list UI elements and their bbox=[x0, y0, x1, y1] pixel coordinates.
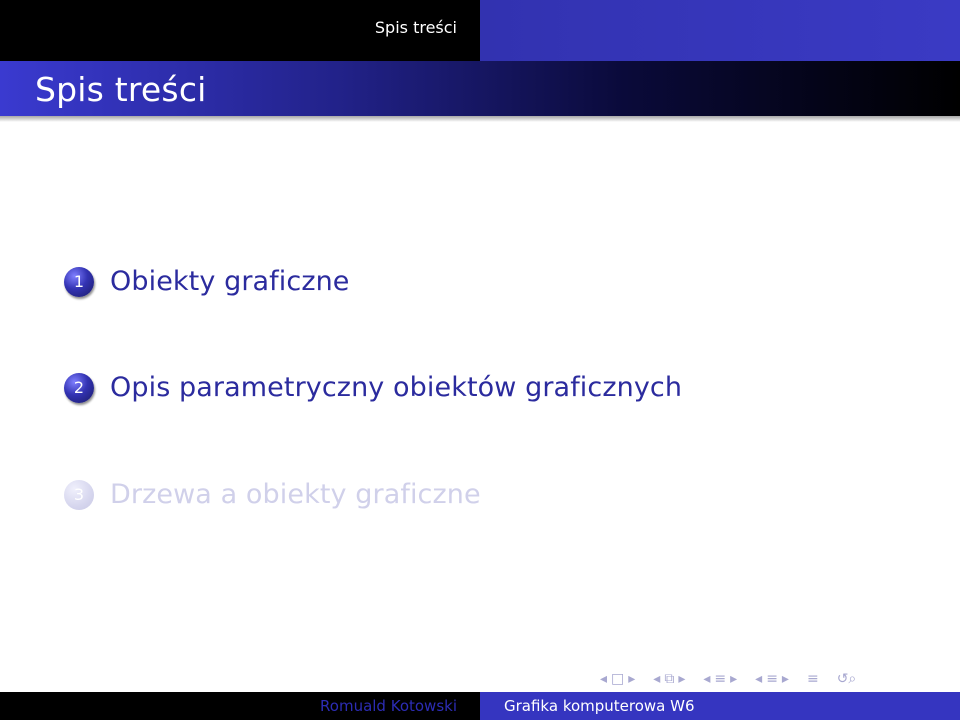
page-title: Spis treści bbox=[35, 70, 207, 109]
headline-right bbox=[480, 0, 960, 61]
footline-left: Romuald Kotowski bbox=[0, 692, 480, 720]
search-back-icon[interactable]: ↺⌕ bbox=[837, 671, 857, 687]
frametitle-shadow bbox=[0, 116, 960, 122]
subsection-icon[interactable]: ⧉ bbox=[664, 671, 674, 687]
prev-frame-arrow-icon[interactable]: ◂ bbox=[600, 671, 607, 687]
toc-item-label: Opis parametryczny obiektów graficznych bbox=[110, 372, 683, 403]
footline-right: Grafika komputerowa W6 bbox=[480, 692, 960, 720]
headline: Spis treści bbox=[0, 0, 960, 61]
headline-left: Spis treści bbox=[0, 0, 480, 61]
toc-number-ball: 2 bbox=[64, 372, 94, 403]
prev-section-arrow-icon[interactable]: ◂ bbox=[703, 671, 710, 687]
footer-title: Grafika komputerowa W6 bbox=[504, 697, 695, 715]
toc-item-1[interactable]: 1 Obiekty graficzne bbox=[64, 266, 350, 297]
next-document-arrow-icon[interactable]: ▸ bbox=[782, 671, 789, 687]
footline: Romuald Kotowski Grafika komputerowa W6 bbox=[0, 692, 960, 720]
navigation-bar: ◂ □ ▸ ◂ ⧉ ▸ ◂ ≡ ▸ ◂ ≡ ▸ ≡ ↺⌕ bbox=[600, 668, 960, 690]
toc-item-2[interactable]: 2 Opis parametryczny obiektów graficznyc… bbox=[64, 372, 682, 403]
toc-number-ball: 1 bbox=[64, 266, 94, 297]
prev-document-arrow-icon[interactable]: ◂ bbox=[755, 671, 762, 687]
toc-item-label: Obiekty graficzne bbox=[110, 266, 350, 297]
section-icon[interactable]: ≡ bbox=[714, 671, 726, 687]
toc-item-label: Drzewa a obiekty graficzne bbox=[110, 479, 481, 510]
next-subsection-arrow-icon[interactable]: ▸ bbox=[678, 671, 685, 687]
toc-number-ball: 3 bbox=[64, 479, 94, 510]
toc-item-3[interactable]: 3 Drzewa a obiekty graficzne bbox=[64, 479, 481, 510]
section-name[interactable]: Spis treści bbox=[375, 18, 457, 37]
next-section-arrow-icon[interactable]: ▸ bbox=[730, 671, 737, 687]
document-icon[interactable]: ≡ bbox=[766, 671, 778, 687]
prev-subsection-arrow-icon[interactable]: ◂ bbox=[653, 671, 660, 687]
footer-author: Romuald Kotowski bbox=[320, 697, 457, 715]
next-frame-arrow-icon[interactable]: ▸ bbox=[628, 671, 635, 687]
outline-icon[interactable]: ≡ bbox=[807, 671, 819, 687]
frame-icon[interactable]: □ bbox=[611, 671, 624, 687]
